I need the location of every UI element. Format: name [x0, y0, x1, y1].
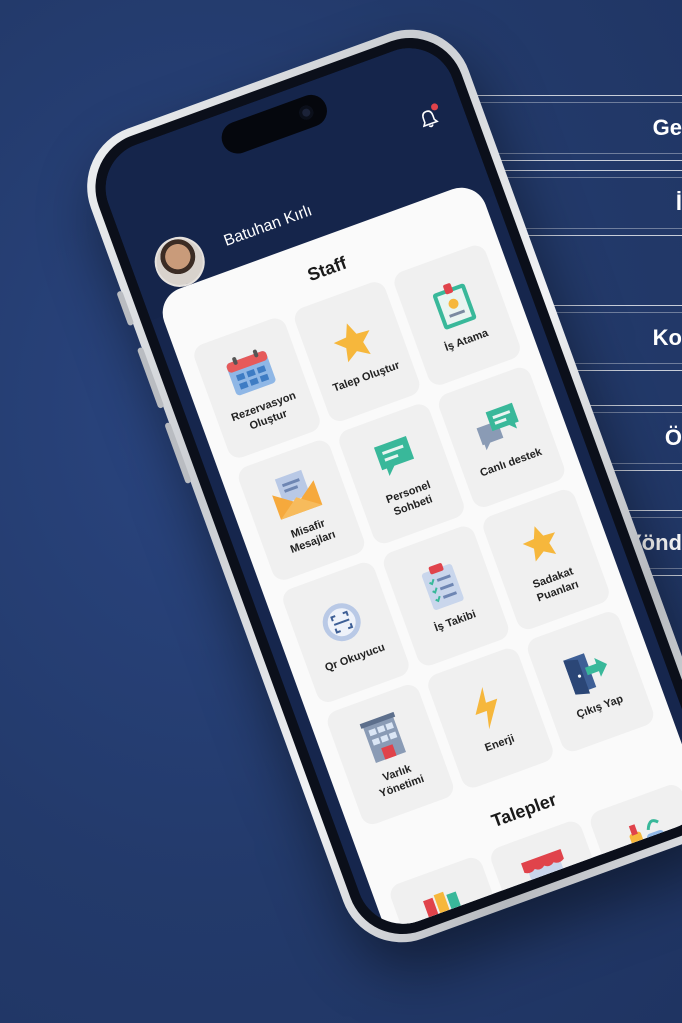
- callout-label: Ö: [664, 425, 682, 450]
- qr-scan-icon: [323, 603, 362, 642]
- callout-label: İ: [675, 190, 682, 215]
- envelope-icon: [272, 470, 323, 520]
- calendar-icon: [227, 349, 276, 396]
- lightning-icon: [475, 687, 498, 730]
- chat-bubbles-icon: [476, 402, 519, 451]
- building-icon: [360, 712, 407, 764]
- callout-label: Ko: [652, 325, 682, 350]
- star-icon: [333, 323, 371, 363]
- tile-label: Sadakat Puanları: [531, 565, 581, 605]
- feature-callout: Ge: [467, 95, 682, 161]
- id-badge-icon: [432, 283, 476, 330]
- star-icon: [522, 526, 556, 562]
- exit-door-icon: [562, 653, 607, 695]
- bell-icon[interactable]: [416, 106, 442, 132]
- clipboard-checklist-icon: [421, 563, 464, 611]
- tile-label: Enerji: [483, 732, 517, 755]
- callout-label: Ge: [652, 115, 682, 140]
- chat-bubble-icon: [374, 436, 415, 477]
